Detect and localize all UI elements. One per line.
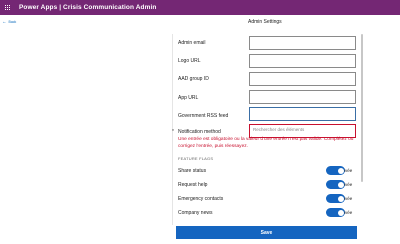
app-header: Power Apps | Crisis Communication Admin [0,0,400,15]
emergency-contacts-label: Emergency contacts [178,196,224,202]
feature-flags-heading: FEATURE FLAGS [178,156,214,161]
emergency-contacts-toggle-text: ivée [344,196,353,201]
company-news-toggle-text: ivée [344,210,353,215]
toggle-knob [337,167,344,174]
back-label: Back [8,20,17,25]
app-url-label: App URL [178,95,199,101]
company-news-label: Company news [178,210,213,216]
logo-url-label: Logo URL [178,58,201,64]
request-help-toggle[interactable] [326,180,345,189]
aad-group-id-input[interactable] [249,72,356,86]
toggle-knob [337,181,344,188]
arrow-left-icon: ← [2,19,7,24]
app-window: Power Apps | Crisis Communication Admin … [0,0,400,244]
required-marker: * [172,129,174,135]
app-launcher-icon[interactable] [0,0,15,15]
toggle-knob [337,195,344,202]
emergency-contacts-toggle[interactable] [326,194,345,203]
share-status-toggle-text: ivée [344,168,353,173]
aad-group-id-label: AAD group ID [178,76,209,82]
app-title: Power Apps | Crisis Communication Admin [19,4,157,11]
toggle-knob [337,209,344,216]
company-news-toggle[interactable] [326,208,345,217]
back-link[interactable]: ← Back [2,19,17,25]
admin-email-label: Admin email [178,40,206,46]
rss-feed-input[interactable] [249,107,356,121]
page-title: Admin Settings [248,19,282,25]
rss-feed-label: Government RSS feed [178,113,229,119]
validation-error: Une entrée est obligatoire ou la valeur … [178,137,354,149]
request-help-label: Request help [178,182,208,188]
request-help-toggle-text: ivée [344,182,353,187]
share-status-toggle[interactable] [326,166,345,175]
logo-url-input[interactable] [249,54,356,68]
form-scrollbar[interactable] [361,34,363,182]
admin-email-input[interactable] [249,36,356,50]
notification-method-combobox[interactable]: Rechercher des éléments [249,124,356,138]
save-button[interactable]: Save [176,226,357,239]
notification-method-label: Notification method [178,129,221,135]
app-url-input[interactable] [249,90,356,104]
share-status-label: Share status [178,168,207,174]
